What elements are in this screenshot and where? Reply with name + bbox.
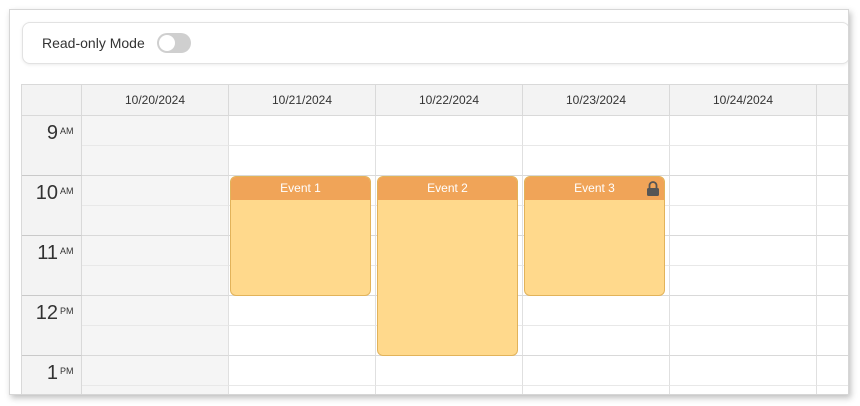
time-slot-cell[interactable] xyxy=(817,206,848,236)
day-header: 10/22/2024 xyxy=(376,85,523,116)
hour-number: 10 xyxy=(35,182,58,204)
time-slot-cell[interactable] xyxy=(670,326,817,356)
readonly-mode-label: Read-only Mode xyxy=(42,35,145,51)
time-slot-cell[interactable] xyxy=(817,296,848,326)
time-slot-cell[interactable] xyxy=(670,176,817,206)
time-slot-cell[interactable] xyxy=(523,296,670,326)
time-slot-cell[interactable] xyxy=(670,206,817,236)
calendar-event[interactable]: Event 2 xyxy=(377,176,518,356)
event-header[interactable]: Event 2 xyxy=(378,177,517,200)
time-slot-cell[interactable] xyxy=(82,326,229,356)
day-header xyxy=(817,85,848,116)
event-title: Event 3 xyxy=(574,181,615,195)
time-slot-cell[interactable] xyxy=(523,146,670,176)
hour-suffix: AM xyxy=(60,186,74,196)
event-title: Event 2 xyxy=(427,181,468,195)
time-slot-cell[interactable] xyxy=(229,356,376,386)
time-slot-cell[interactable] xyxy=(817,176,848,206)
time-slot-cell[interactable] xyxy=(817,116,848,146)
hour-row-header: 12 PM xyxy=(22,296,82,356)
lock-icon xyxy=(647,181,659,196)
time-slot-cell[interactable] xyxy=(229,386,376,394)
hour-suffix: AM xyxy=(60,246,74,256)
toolbar: Read-only Mode xyxy=(22,22,848,64)
event-header[interactable]: Event 1 xyxy=(231,177,370,200)
scheduler-window: Read-only Mode 10/20/2024 10/21/2024 10/22… xyxy=(9,9,849,395)
time-slot-cell[interactable] xyxy=(670,236,817,266)
time-slot-cell[interactable] xyxy=(82,176,229,206)
time-slot-cell[interactable] xyxy=(82,236,229,266)
time-slot-cell[interactable] xyxy=(82,296,229,326)
day-header: 10/24/2024 xyxy=(670,85,817,116)
time-slot-cell[interactable] xyxy=(817,236,848,266)
hour-suffix: PM xyxy=(60,306,74,316)
time-slot-cell[interactable] xyxy=(670,116,817,146)
hour-row-header: 9 AM xyxy=(22,116,82,176)
time-slot-cell[interactable] xyxy=(229,296,376,326)
time-slot-cell[interactable] xyxy=(82,386,229,394)
time-slot-cell[interactable] xyxy=(82,116,229,146)
time-slot-cell[interactable] xyxy=(229,326,376,356)
calendar-event[interactable]: Event 1 xyxy=(230,176,371,296)
time-slot-cell[interactable] xyxy=(670,146,817,176)
time-slot-cell[interactable] xyxy=(817,266,848,296)
toggle-knob xyxy=(159,35,175,51)
hour-number: 11 xyxy=(37,242,58,264)
hour-suffix: PM xyxy=(60,366,74,376)
hour-row-header: 1 PM xyxy=(22,356,82,394)
event-header[interactable]: Event 3 xyxy=(525,177,664,200)
day-header: 10/21/2024 xyxy=(229,85,376,116)
time-slot-cell[interactable] xyxy=(670,266,817,296)
time-slot-cell[interactable] xyxy=(376,116,523,146)
day-header: 10/20/2024 xyxy=(82,85,229,116)
time-slot-cell[interactable] xyxy=(817,356,848,386)
week-calendar: 10/20/2024 10/21/2024 10/22/2024 10/23/2024… xyxy=(21,84,848,394)
readonly-mode-toggle[interactable] xyxy=(157,33,191,53)
time-slot-cell[interactable] xyxy=(82,146,229,176)
time-slot-cell[interactable] xyxy=(82,266,229,296)
calendar-event[interactable]: Event 3 xyxy=(524,176,665,296)
time-slot-cell[interactable] xyxy=(523,326,670,356)
calendar-corner xyxy=(22,85,82,116)
time-slot-cell[interactable] xyxy=(523,356,670,386)
time-slot-cell[interactable] xyxy=(82,356,229,386)
time-slot-cell[interactable] xyxy=(670,386,817,394)
hour-number: 9 xyxy=(46,122,58,144)
hour-row-header: 11 AM xyxy=(22,236,82,296)
time-slot-cell[interactable] xyxy=(523,116,670,146)
time-slot-cell[interactable] xyxy=(670,296,817,326)
time-slot-cell[interactable] xyxy=(817,326,848,356)
event-title: Event 1 xyxy=(280,181,321,195)
hour-suffix: AM xyxy=(60,126,74,136)
day-header: 10/23/2024 xyxy=(523,85,670,116)
time-slot-cell[interactable] xyxy=(376,356,523,386)
time-slot-cell[interactable] xyxy=(229,116,376,146)
time-slot-cell[interactable] xyxy=(82,206,229,236)
time-slot-cell[interactable] xyxy=(229,146,376,176)
time-slot-cell[interactable] xyxy=(523,386,670,394)
time-slot-cell[interactable] xyxy=(376,386,523,394)
hour-number: 12 xyxy=(35,302,58,324)
time-slot-cell[interactable] xyxy=(670,356,817,386)
time-slot-cell[interactable] xyxy=(817,146,848,176)
hour-row-header: 10 AM xyxy=(22,176,82,236)
time-slot-cell[interactable] xyxy=(376,146,523,176)
time-slot-cell[interactable] xyxy=(817,386,848,394)
hour-number: 1 xyxy=(46,362,58,384)
